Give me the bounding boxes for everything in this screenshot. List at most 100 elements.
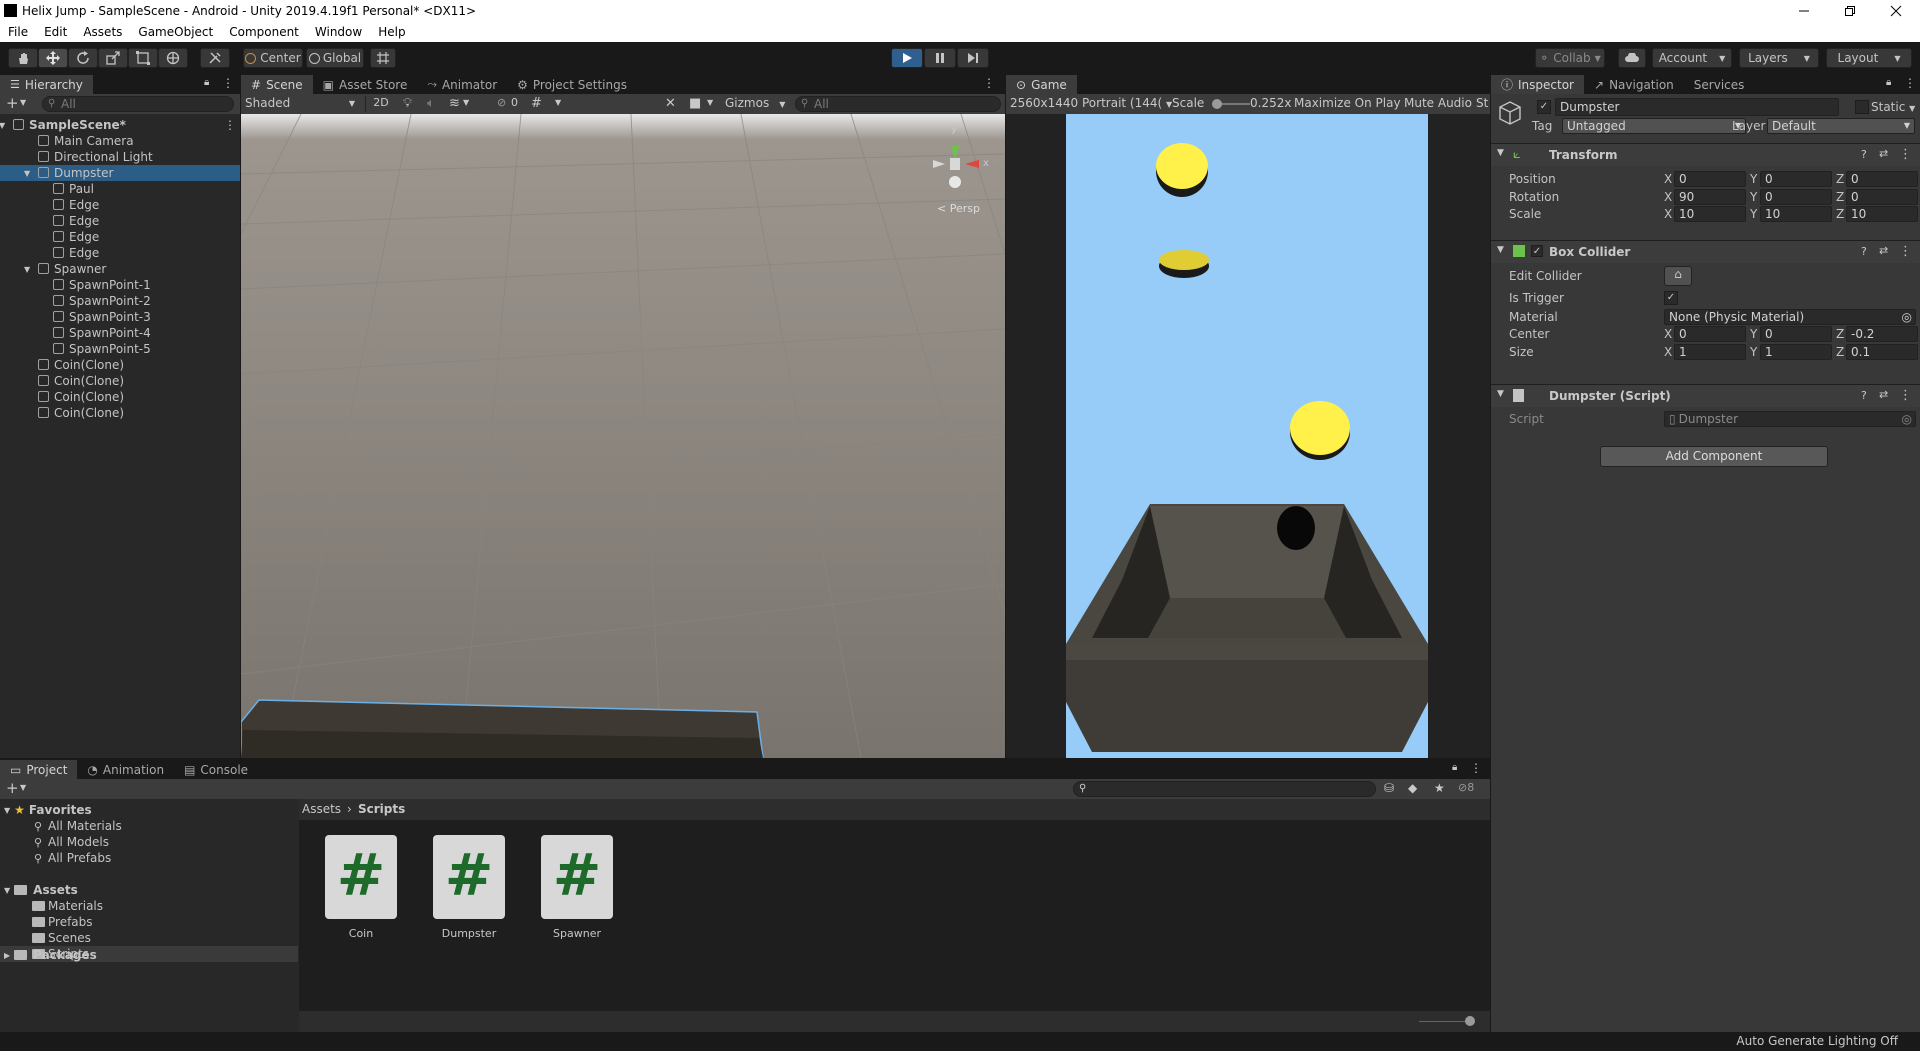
scale-slider[interactable] bbox=[1212, 99, 1250, 109]
tab-asset-store[interactable]: ▣ Asset Store bbox=[313, 75, 418, 94]
static-dropdown[interactable]: Static ▼ bbox=[1871, 100, 1915, 114]
resolution-dropdown[interactable]: 2560x1440 Portrait (144( ▼ bbox=[1010, 96, 1172, 110]
preset-icon[interactable]: ⇄ bbox=[1879, 244, 1888, 257]
scale-tool-icon[interactable] bbox=[98, 48, 128, 68]
foldout-arrow-icon[interactable]: ▼ bbox=[0, 121, 5, 130]
chevron-down-icon[interactable]: ▼ bbox=[20, 98, 26, 107]
active-checkbox[interactable]: ✓ bbox=[1537, 100, 1551, 114]
hierarchy-item[interactable]: Edge bbox=[0, 245, 240, 261]
icon-size-slider-thumb[interactable] bbox=[1465, 1016, 1475, 1026]
menu-component[interactable]: Component bbox=[221, 25, 307, 39]
center-z-field[interactable]: -0.2 bbox=[1846, 326, 1918, 342]
shading-mode-dropdown[interactable]: Shaded ▼ bbox=[245, 96, 363, 112]
hidden-objects-icon[interactable]: ⊘ bbox=[497, 96, 506, 109]
filter-by-label-icon[interactable]: ◆ bbox=[1408, 781, 1417, 795]
foldout-arrow-icon[interactable]: ▼ bbox=[4, 886, 10, 895]
tab-game[interactable]: ⊙ Game bbox=[1006, 75, 1077, 94]
favorite-item[interactable]: ⚲ All Models bbox=[0, 834, 298, 850]
rect-tool-icon[interactable] bbox=[128, 48, 158, 68]
hierarchy-item[interactable]: ▼ Dumpster bbox=[0, 165, 240, 181]
tab-inspector[interactable]: ⓘ Inspector bbox=[1491, 75, 1584, 94]
transform-tool-icon[interactable] bbox=[158, 48, 188, 68]
mode-2d-toggle[interactable]: 2D bbox=[365, 96, 396, 112]
favorite-star-icon[interactable]: ★ bbox=[1434, 781, 1445, 795]
tab-services[interactable]: Services bbox=[1684, 75, 1755, 94]
icon-size-slider[interactable] bbox=[1419, 1016, 1475, 1026]
foldout-arrow-icon[interactable]: ▼ bbox=[4, 806, 10, 815]
lock-icon[interactable]: 🔒︎ bbox=[1452, 762, 1457, 773]
add-component-button[interactable]: Add Component bbox=[1600, 446, 1828, 467]
foldout-arrow-icon[interactable]: ▼ bbox=[1497, 389, 1504, 399]
collab-dropdown[interactable]: ⚬ Collab ▼ bbox=[1535, 48, 1605, 68]
menu-window[interactable]: Window bbox=[307, 25, 370, 39]
foldout-arrow-icon[interactable]: ▶ bbox=[4, 951, 10, 960]
hierarchy-item[interactable]: Coin(Clone) bbox=[0, 373, 240, 389]
effects-icon[interactable]: ≋ bbox=[449, 96, 460, 111]
rotation-x-field[interactable]: 90 bbox=[1674, 189, 1746, 205]
hierarchy-search-input[interactable]: ⚲ All bbox=[42, 96, 234, 112]
position-z-field[interactable]: 0 bbox=[1846, 171, 1918, 187]
scene-root-row[interactable]: ▼ SampleScene* ⋮ bbox=[0, 117, 240, 133]
script-component-header[interactable]: ▼ Dumpster (Script) ? ⇄ ⋮ bbox=[1491, 384, 1920, 407]
preset-icon[interactable]: ⇄ bbox=[1879, 388, 1888, 401]
hierarchy-item[interactable]: Edge bbox=[0, 229, 240, 245]
menu-file[interactable]: File bbox=[0, 25, 36, 39]
script-file-item[interactable]: # bbox=[325, 835, 397, 919]
foldout-arrow-icon[interactable]: ▼ bbox=[24, 265, 30, 274]
assets-folder-row[interactable]: ▼ Assets bbox=[0, 882, 298, 898]
more-options-icon[interactable]: ⋮ bbox=[1470, 761, 1482, 775]
hierarchy-item[interactable]: Directional Light bbox=[0, 149, 240, 165]
asset-folder-item[interactable]: Scenes bbox=[0, 930, 298, 946]
layout-dropdown[interactable]: Layout ▼ bbox=[1826, 48, 1912, 68]
tab-console[interactable]: ▤ Console bbox=[174, 760, 258, 779]
cloud-button[interactable] bbox=[1618, 48, 1646, 68]
size-z-field[interactable]: 0.1 bbox=[1846, 344, 1918, 360]
menu-help[interactable]: Help bbox=[370, 25, 413, 39]
camera-icon[interactable]: ■ bbox=[689, 96, 701, 111]
favorites-row[interactable]: ▼ ★ Favorites bbox=[0, 802, 298, 818]
project-search-input[interactable]: ⚲ bbox=[1073, 781, 1376, 797]
scene-viewport[interactable]: y x < Persp bbox=[241, 114, 1005, 758]
favorite-item[interactable]: ⚲ All Materials bbox=[0, 818, 298, 834]
hand-tool-icon[interactable] bbox=[8, 48, 38, 68]
hierarchy-item[interactable]: Edge bbox=[0, 197, 240, 213]
foldout-arrow-icon[interactable]: ▼ bbox=[24, 169, 30, 178]
menu-gameobject[interactable]: GameObject bbox=[130, 25, 221, 39]
stats-toggle[interactable]: St bbox=[1476, 96, 1488, 110]
hierarchy-item[interactable]: SpawnPoint-3 bbox=[0, 309, 240, 325]
tab-project[interactable]: ▭ Project bbox=[0, 760, 78, 779]
tab-scene[interactable]: # Scene bbox=[241, 75, 313, 94]
play-button[interactable] bbox=[891, 48, 923, 68]
pivot-center-toggle[interactable]: Center bbox=[243, 48, 303, 68]
lock-icon[interactable]: 🔒︎ bbox=[204, 77, 209, 88]
more-options-icon[interactable]: ⋮ bbox=[983, 76, 995, 90]
lock-icon[interactable]: 🔒︎ bbox=[1886, 77, 1891, 88]
more-options-icon[interactable]: ⋮ bbox=[1904, 76, 1916, 90]
gizmos-dropdown[interactable]: Gizmos ▼ bbox=[725, 96, 785, 110]
audio-icon[interactable]: 🔈︎ bbox=[427, 96, 435, 111]
box-collider-enabled-checkbox[interactable]: ✓ bbox=[1531, 245, 1543, 257]
mute-audio-toggle[interactable]: Mute Audio bbox=[1404, 96, 1472, 110]
more-options-icon[interactable]: ⋮ bbox=[1899, 244, 1912, 259]
help-icon[interactable]: ? bbox=[1861, 148, 1867, 161]
orientation-gizmo[interactable]: y x < Persp bbox=[921, 124, 1001, 218]
object-name-input[interactable]: Dumpster bbox=[1555, 98, 1839, 116]
object-picker-icon[interactable]: ◎ bbox=[1902, 310, 1912, 324]
transform-header[interactable]: ▼ ⟀ Transform ? ⇄ ⋮ bbox=[1491, 143, 1920, 166]
chevron-down-icon[interactable]: ▼ bbox=[20, 783, 26, 792]
help-icon[interactable]: ? bbox=[1861, 245, 1867, 258]
script-file-item[interactable]: # bbox=[541, 835, 613, 919]
scale-x-field[interactable]: 10 bbox=[1674, 206, 1746, 222]
add-icon[interactable]: + bbox=[6, 779, 19, 797]
hidden-packages-icon[interactable]: ⊘8 bbox=[1458, 781, 1474, 794]
hierarchy-item[interactable]: Main Camera bbox=[0, 133, 240, 149]
hierarchy-item[interactable]: SpawnPoint-1 bbox=[0, 277, 240, 293]
tools-icon[interactable]: ✕ bbox=[665, 96, 676, 111]
layer-dropdown[interactable]: Default ▼ bbox=[1767, 118, 1915, 134]
tab-hierarchy[interactable]: ☰ Hierarchy bbox=[0, 75, 93, 94]
lighting-icon[interactable]: 💡︎ bbox=[403, 96, 412, 111]
add-icon[interactable]: + bbox=[6, 94, 19, 112]
filter-by-type-icon[interactable]: ⛁ bbox=[1384, 781, 1394, 795]
tab-project-settings[interactable]: ⚙ Project Settings bbox=[507, 75, 637, 94]
tag-dropdown[interactable]: Untagged ▼ bbox=[1562, 118, 1746, 134]
